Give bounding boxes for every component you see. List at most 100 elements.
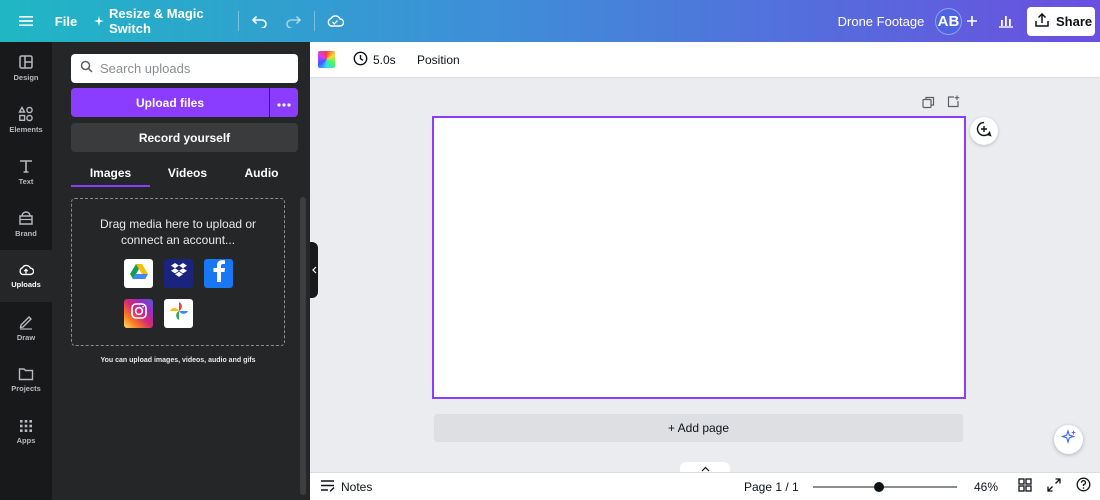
rail-item-brand[interactable]: Brand <box>0 198 52 250</box>
design-page-canvas[interactable] <box>432 116 966 399</box>
add-page-above-button[interactable] <box>945 95 961 113</box>
rail-item-label: Elements <box>9 125 43 134</box>
upload-files-label: Upload files <box>135 95 204 110</box>
analytics-icon <box>998 14 1014 28</box>
redo-icon <box>285 14 301 28</box>
position-label: Position <box>417 53 460 67</box>
rail-item-text[interactable]: Text <box>0 146 52 198</box>
avatar-initials: AB <box>937 13 960 30</box>
tab-audio[interactable]: Audio <box>225 160 298 186</box>
help-button[interactable] <box>1075 477 1091 497</box>
tab-label: Images <box>89 166 132 180</box>
toolbar-divider <box>314 11 315 31</box>
toolbar-divider <box>238 11 239 31</box>
more-dots-icon <box>277 94 291 112</box>
zoom-level-button[interactable]: 46% <box>966 473 1006 500</box>
design-title[interactable]: Drone Footage <box>836 0 926 42</box>
record-yourself-button[interactable]: Record yourself <box>71 123 298 152</box>
draw-icon <box>18 314 34 330</box>
design-icon <box>18 54 34 70</box>
add-collaborator-button[interactable] <box>962 0 982 42</box>
google-photos-icon <box>169 301 189 326</box>
resize-magic-switch-button[interactable]: Resize & Magic Switch <box>94 0 228 42</box>
rail-item-label: Uploads <box>11 280 41 289</box>
rail-item-label: Text <box>18 177 34 186</box>
help-icon <box>1076 477 1091 497</box>
analytics-button[interactable] <box>994 0 1018 42</box>
rail-item-apps[interactable]: Apps <box>0 406 52 458</box>
top-bar: File Resize & Magic Switch Drone Footage… <box>0 0 1100 42</box>
google-drive-icon <box>129 263 148 284</box>
rail-item-draw[interactable]: Draw <box>0 302 52 354</box>
search-icon <box>80 60 93 78</box>
design-title-label: Drone Footage <box>837 13 925 29</box>
tab-images[interactable]: Images <box>71 160 150 186</box>
fullscreen-button[interactable] <box>1046 477 1062 495</box>
record-yourself-label: Record yourself <box>138 130 231 145</box>
notes-label: Notes <box>341 480 373 494</box>
notes-icon <box>320 479 335 495</box>
brand-icon <box>18 210 34 226</box>
instagram-icon <box>130 302 148 325</box>
tab-label: Audio <box>244 166 279 180</box>
collapse-panel-button[interactable] <box>310 242 318 298</box>
google-drive-button[interactable] <box>124 259 153 288</box>
avatar[interactable]: AB <box>935 8 962 35</box>
add-page-button[interactable]: + Add page <box>434 414 963 442</box>
position-button[interactable]: Position <box>417 42 460 78</box>
upload-more-options-button[interactable] <box>270 88 298 117</box>
duplicate-icon <box>921 96 935 114</box>
undo-button[interactable] <box>248 0 272 42</box>
tab-videos[interactable]: Videos <box>150 160 225 186</box>
rail-item-uploads[interactable]: Uploads <box>0 250 52 302</box>
share-button[interactable]: Share <box>1027 7 1095 36</box>
active-tab-indicator <box>71 185 150 187</box>
comment-add-icon <box>976 121 992 142</box>
side-rail: Design Elements Text Brand Uploads Draw … <box>0 42 52 500</box>
search-input[interactable] <box>100 61 290 76</box>
redo-button[interactable] <box>281 0 305 42</box>
clock-icon <box>353 51 368 69</box>
facebook-icon <box>212 260 226 287</box>
duplicate-page-button[interactable] <box>920 96 936 114</box>
background-color-picker[interactable] <box>318 51 335 68</box>
facebook-button[interactable] <box>204 259 233 288</box>
projects-icon <box>18 367 34 381</box>
apps-icon <box>19 419 33 433</box>
editor-toolbar: 5.0s Position <box>310 42 1100 78</box>
rail-item-projects[interactable]: Projects <box>0 354 52 406</box>
resize-magic-switch-label: Resize & Magic Switch <box>109 6 204 36</box>
rail-item-elements[interactable]: Elements <box>0 94 52 146</box>
sparkle-icon <box>94 16 104 26</box>
upload-files-button[interactable]: Upload files <box>71 88 269 117</box>
grid-view-button[interactable] <box>1017 477 1033 495</box>
add-comment-button[interactable] <box>970 117 998 145</box>
zoom-slider-handle[interactable] <box>874 482 885 492</box>
uploads-icon <box>18 263 34 277</box>
rail-item-design[interactable]: Design <box>0 42 52 94</box>
page-indicator[interactable]: Page 1 / 1 <box>744 473 799 500</box>
page-indicator-label: Page 1 / 1 <box>744 480 799 494</box>
menu-icon <box>18 14 34 28</box>
dropbox-button[interactable] <box>164 259 193 288</box>
dropzone-line: connect an account... <box>120 233 236 247</box>
notes-button[interactable]: Notes <box>320 473 372 500</box>
uploads-panel: Upload files Record yourself Images Vide… <box>52 42 310 500</box>
file-menu-button[interactable]: File <box>50 0 82 42</box>
dropzone-line: Drag media here to upload or <box>99 217 257 231</box>
magic-assistant-button[interactable] <box>1054 425 1083 454</box>
rail-item-label: Projects <box>11 384 41 393</box>
panel-scrollbar[interactable] <box>300 197 306 495</box>
search-box[interactable] <box>71 54 298 83</box>
text-icon <box>18 158 34 174</box>
zoom-slider-track[interactable] <box>813 486 957 488</box>
rail-item-label: Brand <box>15 229 37 238</box>
instagram-button[interactable] <box>124 299 153 328</box>
cloud-save-button[interactable] <box>322 0 348 42</box>
magic-sparkle-icon <box>1059 428 1077 450</box>
duration-button[interactable]: 5.0s <box>353 42 396 78</box>
menu-button[interactable] <box>8 0 44 42</box>
google-photos-button[interactable] <box>164 299 193 328</box>
upload-dropzone[interactable]: Drag media here to upload or connect an … <box>71 198 285 346</box>
add-page-icon <box>947 95 960 113</box>
